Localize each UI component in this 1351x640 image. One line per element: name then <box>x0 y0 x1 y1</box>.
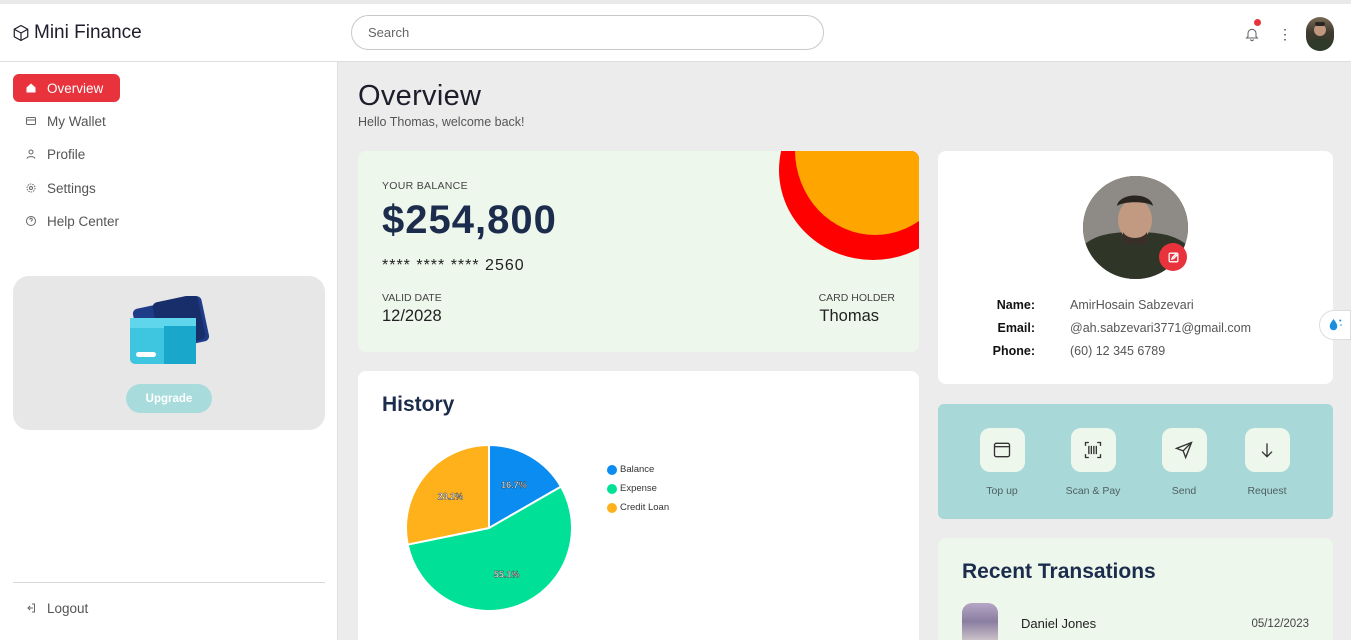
sidebar-item-label: Profile <box>47 146 86 162</box>
transactions-title: Recent Transations <box>962 560 1156 583</box>
action-label: Send <box>1171 485 1197 497</box>
card-holder-label: CARD HOLDER <box>818 292 895 304</box>
action-request[interactable]: Request <box>1227 428 1307 497</box>
edit-icon <box>1168 252 1178 262</box>
pie-data-label: 28.2% <box>438 491 464 501</box>
email-label: Email: <box>997 321 1035 335</box>
theme-toggle-tab[interactable] <box>1319 310 1351 340</box>
droplet-icon <box>1329 319 1342 331</box>
logout-button[interactable]: Logout <box>13 594 100 622</box>
logout-icon <box>27 603 35 613</box>
pie-data-label: 55.1% <box>494 570 520 580</box>
user-avatar[interactable] <box>1306 17 1334 51</box>
gear-icon <box>26 183 36 193</box>
sidebar-item-help-center[interactable]: Help Center <box>13 207 131 235</box>
action-label: Request <box>1247 485 1287 497</box>
brand[interactable]: Mini Finance <box>12 22 142 44</box>
action-scan-pay[interactable]: Scan & Pay <box>1053 428 1133 497</box>
app-title: Mini Finance <box>34 22 142 43</box>
legend-item[interactable]: Balance <box>607 460 669 479</box>
legend-swatch <box>607 464 617 475</box>
profile-email-row: Email: @ah.sabzevari3771@gmail.com <box>938 321 1333 341</box>
scan-pay-button[interactable] <box>1070 428 1116 472</box>
sidebar: Overview My Wallet Profile Settings Help… <box>0 62 338 640</box>
top-up-button[interactable] <box>979 428 1025 472</box>
wallet-icon <box>26 117 36 125</box>
valid-date-value: 12/2028 <box>382 307 442 325</box>
phone-value: (60) 12 345 6789 <box>1070 344 1166 358</box>
upgrade-button[interactable]: Upgrade <box>126 384 212 413</box>
phone-label: Phone: <box>992 344 1035 358</box>
balance-amount: $254,800 <box>382 198 557 242</box>
home-icon <box>26 83 36 93</box>
chart-legend: Balance Expense Credit Loan <box>607 460 669 517</box>
logout-label: Logout <box>47 600 89 616</box>
sidebar-item-my-wallet[interactable]: My Wallet <box>13 107 118 135</box>
notification-dot <box>1254 19 1261 26</box>
bell-icon[interactable] <box>1244 25 1260 43</box>
email-value: @ah.sabzevari3771@gmail.com <box>1070 321 1252 335</box>
credit-cards-icon <box>130 296 210 364</box>
pie-data-label: 16.7% <box>501 480 527 490</box>
name-label: Name: <box>996 298 1035 312</box>
barcode-scan-icon <box>1084 441 1102 459</box>
profile-phone-row: Phone: (60) 12 345 6789 <box>938 344 1333 364</box>
card-number: **** **** **** 2560 <box>382 257 525 274</box>
transaction-date: 05/12/2023 <box>1251 618 1309 630</box>
balance-label: YOUR BALANCE <box>382 180 468 192</box>
quick-actions-card: Top up Scan & Pay Send Request <box>938 404 1333 519</box>
valid-date-label: VALID DATE <box>382 292 442 304</box>
page-subtitle: Hello Thomas, welcome back! <box>358 115 525 129</box>
legend-item[interactable]: Expense <box>607 479 669 498</box>
legend-swatch <box>607 483 617 494</box>
arrow-down-icon <box>1261 443 1273 458</box>
sidebar-item-label: Help Center <box>47 213 120 229</box>
page-title: Overview <box>358 80 482 112</box>
help-icon <box>26 216 36 226</box>
action-label: Top up <box>986 485 1018 497</box>
legend-label: Credit Loan <box>620 502 670 513</box>
upgrade-card: Upgrade <box>13 276 325 430</box>
send-button[interactable] <box>1161 428 1207 472</box>
profile-card: Name: AmirHosain Sabzevari Email: @ah.sa… <box>938 151 1333 384</box>
action-send[interactable]: Send <box>1144 428 1224 497</box>
sidebar-item-label: Settings <box>47 180 96 196</box>
history-pie-chart: 16.7% 55.1% 28.2% <box>405 443 573 612</box>
top-bar: Mini Finance ⋮ <box>0 0 1351 62</box>
sidebar-item-label: My Wallet <box>47 113 106 129</box>
action-top-up[interactable]: Top up <box>962 428 1042 497</box>
sidebar-item-settings[interactable]: Settings <box>13 174 108 202</box>
sidebar-item-overview[interactable]: Overview <box>13 74 120 102</box>
card-holder-value: Thomas <box>819 307 879 325</box>
name-value: AmirHosain Sabzevari <box>1070 298 1194 312</box>
transaction-avatar <box>962 603 998 640</box>
transaction-name: Daniel Jones <box>1021 616 1097 631</box>
wallet-icon <box>993 442 1011 458</box>
history-card: History 16.7% 55.1% 28.2% Balance Expense Cr… <box>358 371 919 640</box>
history-title: History <box>382 393 455 416</box>
user-icon <box>26 149 36 159</box>
recent-transactions-card: Recent Transations Daniel Jones 05/12/20… <box>938 538 1333 640</box>
request-button[interactable] <box>1244 428 1290 472</box>
legend-label: Balance <box>620 464 655 475</box>
sidebar-item-profile[interactable]: Profile <box>13 140 97 168</box>
profile-name-row: Name: AmirHosain Sabzevari <box>938 298 1333 318</box>
legend-label: Expense <box>620 483 657 494</box>
action-label: Scan & Pay <box>1065 485 1121 497</box>
send-icon <box>1174 441 1193 460</box>
more-options-icon[interactable]: ⋮ <box>1278 26 1292 42</box>
edit-profile-button[interactable] <box>1159 243 1187 271</box>
legend-item[interactable]: Credit Loan <box>607 498 669 517</box>
cube-icon <box>13 24 29 42</box>
legend-swatch <box>607 502 617 513</box>
sidebar-divider <box>13 582 325 583</box>
search-input[interactable] <box>351 15 824 50</box>
balance-card: YOUR BALANCE $254,800 **** **** **** 256… <box>358 151 919 352</box>
sidebar-item-label: Overview <box>47 80 104 96</box>
